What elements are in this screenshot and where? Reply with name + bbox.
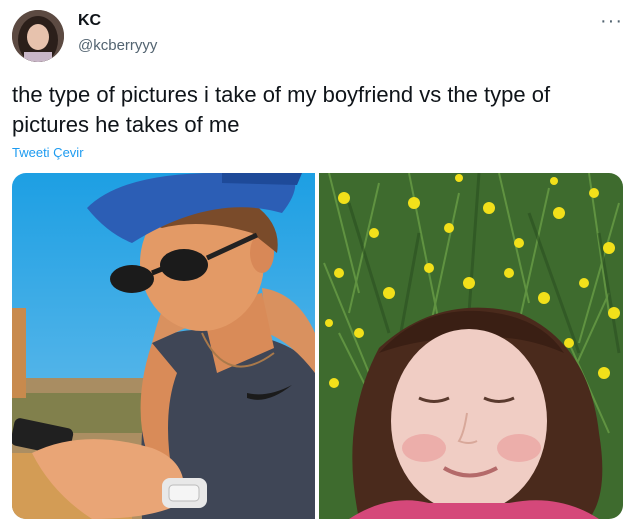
tweet-text: the type of pictures i take of my boyfri… — [12, 82, 551, 137]
translate-tweet-link[interactable]: Tweeti Çevir — [12, 145, 84, 160]
avatar-image — [12, 10, 64, 62]
boyfriend-photo[interactable] — [12, 173, 315, 519]
more-horizontal-icon: ··· — [600, 10, 623, 32]
tweet-media — [12, 173, 623, 519]
author-name[interactable]: KC — [78, 12, 101, 30]
girlfriend-photo-image — [319, 173, 623, 519]
girlfriend-photo[interactable] — [319, 173, 623, 519]
author-handle[interactable]: @kcberryyy — [78, 37, 157, 54]
boyfriend-photo-image — [12, 173, 315, 519]
avatar[interactable] — [12, 10, 64, 62]
more-options-button[interactable]: ··· — [600, 10, 623, 33]
